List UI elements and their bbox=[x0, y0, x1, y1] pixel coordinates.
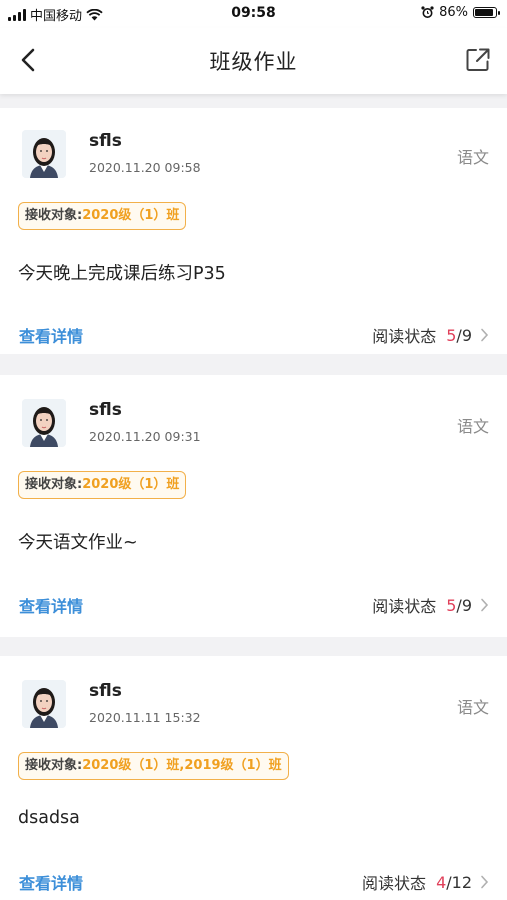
read-status-label: 阅读状态 bbox=[372, 597, 437, 616]
view-details-link[interactable]: 查看详情 bbox=[19, 323, 83, 347]
read-count: 4 bbox=[436, 872, 447, 892]
recipients-label: 接收对象: bbox=[25, 477, 83, 492]
view-details-link[interactable]: 查看详情 bbox=[19, 593, 83, 617]
post-datetime: 2020.11.20 09:58 bbox=[89, 160, 201, 175]
read-status[interactable]: 阅读状态 5 /9 bbox=[372, 323, 489, 347]
assignment-card[interactable]: sfls 2020.11.11 15:32 语文 接收对象:2020级（1）班,… bbox=[0, 656, 507, 900]
avatar bbox=[22, 680, 66, 728]
status-bar: 中国移动 09:58 86% bbox=[0, 0, 507, 28]
battery-icon bbox=[473, 7, 500, 18]
battery-percent: 86% bbox=[439, 5, 468, 20]
page-title: 班级作业 bbox=[209, 50, 298, 74]
post-datetime: 2020.11.11 15:32 bbox=[89, 710, 201, 725]
subject-label: 语文 bbox=[456, 698, 489, 717]
read-total: /12 bbox=[446, 872, 472, 892]
read-status[interactable]: 阅读状态 4 /12 bbox=[362, 870, 489, 894]
chevron-right-icon bbox=[481, 875, 489, 889]
read-count: 5 bbox=[446, 595, 457, 615]
recipients-label: 接收对象: bbox=[25, 758, 83, 773]
avatar bbox=[22, 130, 66, 178]
share-external-icon[interactable] bbox=[465, 47, 491, 73]
read-total: /9 bbox=[456, 595, 472, 615]
recipients-label: 接收对象: bbox=[25, 208, 83, 223]
read-status-label: 阅读状态 bbox=[362, 874, 427, 893]
read-total: /9 bbox=[456, 325, 472, 345]
recipients-tag: 接收对象:2020级（1）班 bbox=[18, 471, 187, 499]
assignment-content: 今天语文作业~ bbox=[18, 533, 138, 553]
chevron-right-icon bbox=[481, 328, 489, 342]
read-count: 5 bbox=[446, 325, 457, 345]
assignment-content: dsadsa bbox=[18, 808, 80, 828]
alarm-clock-icon bbox=[421, 6, 434, 18]
recipients-value: 2020级（1）班 bbox=[82, 208, 180, 223]
assignment-content: 今天晚上完成课后练习P35 bbox=[18, 264, 226, 284]
chevron-right-icon bbox=[481, 598, 489, 612]
read-status[interactable]: 阅读状态 5 /9 bbox=[372, 593, 489, 617]
teacher-name: sfls bbox=[89, 131, 122, 151]
recipients-tag: 接收对象:2020级（1）班,2019级（1）班 bbox=[18, 752, 289, 780]
subject-label: 语文 bbox=[456, 417, 489, 436]
assignment-card[interactable]: sfls 2020.11.20 09:31 语文 接收对象:2020级（1）班 … bbox=[0, 375, 507, 637]
post-datetime: 2020.11.20 09:31 bbox=[89, 429, 201, 444]
navigation-bar: 班级作业 bbox=[0, 28, 507, 94]
teacher-name: sfls bbox=[89, 681, 122, 701]
subject-label: 语文 bbox=[456, 148, 489, 167]
recipients-value: 2020级（1）班,2019级（1）班 bbox=[82, 758, 282, 773]
status-right-group: 86% bbox=[421, 5, 500, 20]
recipients-tag: 接收对象:2020级（1）班 bbox=[18, 202, 187, 230]
recipients-value: 2020级（1）班 bbox=[82, 477, 180, 492]
read-status-label: 阅读状态 bbox=[372, 327, 437, 346]
avatar bbox=[22, 399, 66, 447]
view-details-link[interactable]: 查看详情 bbox=[19, 870, 83, 894]
teacher-name: sfls bbox=[89, 400, 122, 420]
assignment-card[interactable]: sfls 2020.11.20 09:58 语文 接收对象:2020级（1）班 … bbox=[0, 108, 507, 354]
